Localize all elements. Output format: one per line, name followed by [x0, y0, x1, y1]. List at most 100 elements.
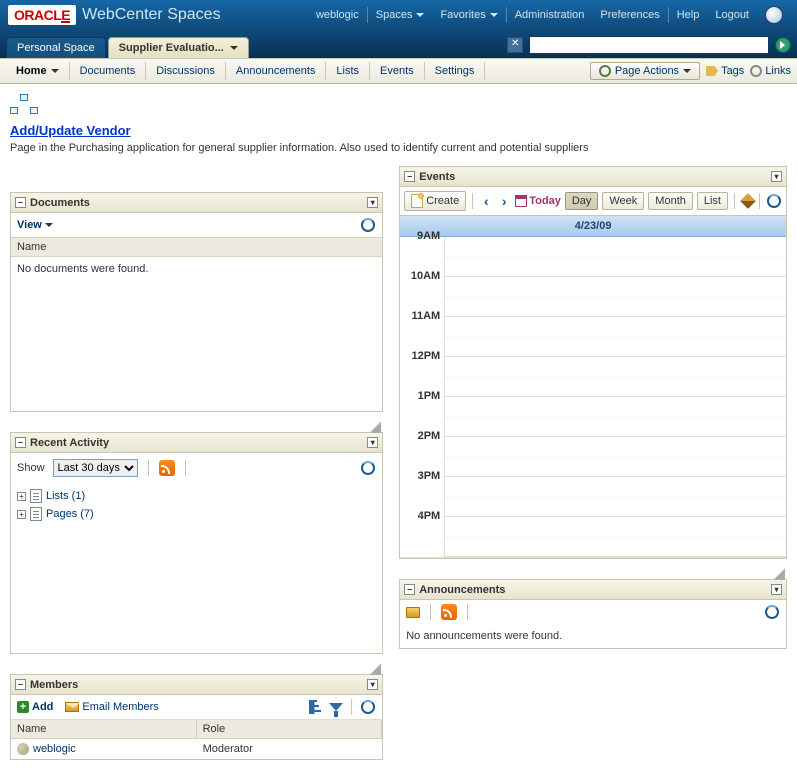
separator [472, 193, 473, 209]
tab-personal-space[interactable]: Personal Space [6, 37, 106, 58]
view-day-button[interactable]: Day [565, 192, 599, 210]
expand-icon[interactable]: + [17, 492, 26, 501]
chevron-down-icon [416, 13, 424, 17]
panel-menu-icon[interactable]: ▾ [367, 679, 378, 690]
page-toolbar: Home Documents Discussions Announcements… [0, 58, 797, 84]
spaces-menu[interactable]: Spaces [368, 9, 433, 21]
chevron-down-icon [490, 13, 498, 17]
time-slot[interactable] [445, 317, 786, 357]
time-slot[interactable] [445, 357, 786, 397]
refresh-icon[interactable] [766, 193, 782, 209]
member-name: weblogic [33, 743, 76, 755]
time-slot[interactable] [445, 277, 786, 317]
next-arrow-icon[interactable]: › [497, 194, 511, 208]
tags-link[interactable]: Tags [706, 65, 744, 77]
links-link[interactable]: Links [750, 65, 791, 77]
activity-pages-node[interactable]: + Pages (7) [17, 505, 376, 523]
globe-icon[interactable] [765, 6, 783, 24]
panel-menu-icon[interactable]: ▾ [771, 171, 782, 182]
page-actions-menu[interactable]: Page Actions [590, 62, 700, 80]
separator [351, 699, 352, 715]
refresh-icon[interactable] [360, 460, 376, 476]
resize-grip[interactable]: ◢ [10, 422, 383, 432]
activity-lists-node[interactable]: + Lists (1) [17, 487, 376, 505]
time-slot[interactable] [445, 517, 786, 557]
favorites-menu[interactable]: Favorites [432, 9, 505, 21]
refresh-icon[interactable] [360, 217, 376, 233]
page-title-link[interactable]: Add/Update Vendor [10, 123, 131, 138]
user-label[interactable]: weblogic [308, 9, 367, 21]
collapse-icon[interactable]: – [15, 197, 26, 208]
panel-title: Recent Activity [30, 437, 109, 449]
time-slot[interactable] [445, 237, 786, 277]
panel-menu-icon[interactable]: ▾ [771, 584, 782, 595]
filter-icon[interactable] [329, 703, 343, 711]
hour-label: 9AM [417, 230, 440, 242]
expand-icon[interactable]: + [17, 510, 26, 519]
panel-menu-icon[interactable]: ▾ [367, 437, 378, 448]
time-slot[interactable] [445, 437, 786, 477]
nav-documents[interactable]: Documents [70, 62, 147, 80]
collapse-icon[interactable]: – [15, 437, 26, 448]
nav-events[interactable]: Events [370, 62, 425, 80]
activity-range-select[interactable]: Last 30 days [53, 459, 138, 477]
collapse-icon[interactable]: – [404, 171, 415, 182]
chevron-down-icon [683, 69, 691, 73]
view-list-button[interactable]: List [697, 192, 728, 210]
refresh-icon[interactable] [764, 604, 780, 620]
panel-menu-icon[interactable]: ▾ [367, 197, 378, 208]
panel-title: Events [419, 171, 455, 183]
hour-label: 4PM [418, 510, 441, 522]
collapse-icon[interactable]: – [15, 679, 26, 690]
announcements-panel: – Announcements ▾ No announcements were … [399, 579, 787, 649]
nav-lists[interactable]: Lists [326, 62, 370, 80]
separator [734, 193, 735, 209]
panel-title: Documents [30, 197, 90, 209]
search-input[interactable] [529, 36, 769, 54]
sort-icon[interactable] [309, 700, 323, 714]
nav-home[interactable]: Home [6, 62, 70, 80]
calendar-day-grid: 9AM 10AM 11AM 12PM 1PM 2PM 3PM 4PM [400, 237, 786, 558]
search-go-button[interactable] [775, 37, 791, 53]
view-menu[interactable]: View [17, 219, 53, 231]
resize-grip[interactable]: ◢ [10, 664, 383, 674]
time-slot[interactable] [445, 477, 786, 517]
create-event-button[interactable]: Create [404, 191, 466, 211]
logout-link[interactable]: Logout [707, 9, 757, 21]
member-row[interactable]: weblogic Moderator [11, 739, 382, 759]
nav-announcements[interactable]: Announcements [226, 62, 327, 80]
refresh-icon[interactable] [360, 699, 376, 715]
column-header-name: Name [11, 720, 197, 738]
rss-icon[interactable] [159, 460, 175, 476]
members-column-headers: Name Role [11, 720, 382, 739]
nav-discussions[interactable]: Discussions [146, 62, 226, 80]
view-week-button[interactable]: Week [602, 192, 644, 210]
nav-settings[interactable]: Settings [425, 62, 486, 80]
panel-title: Announcements [419, 584, 505, 596]
close-icon[interactable] [507, 37, 523, 53]
recent-activity-panel: – Recent Activity ▾ Show Last 30 days [10, 432, 383, 654]
time-slot[interactable] [445, 397, 786, 437]
email-members-button[interactable]: Email Members [65, 701, 158, 713]
separator [430, 604, 431, 620]
folder-icon[interactable] [406, 607, 420, 618]
page-content: Add/Update Vendor Page in the Purchasing… [0, 84, 797, 780]
calendar-date: 4/23/09 [400, 216, 786, 237]
pencil-icon[interactable] [740, 193, 756, 209]
help-link[interactable]: Help [669, 9, 708, 21]
view-month-button[interactable]: Month [648, 192, 693, 210]
tab-supplier-evaluation[interactable]: Supplier Evaluatio... [108, 37, 249, 58]
rss-icon[interactable] [441, 604, 457, 620]
hour-label: 12PM [411, 350, 440, 362]
admin-link[interactable]: Administration [507, 9, 593, 21]
member-role: Moderator [197, 739, 383, 759]
prev-arrow-icon[interactable]: ‹ [479, 194, 493, 208]
resize-grip[interactable]: ◢ [399, 569, 787, 579]
link-icon [750, 65, 762, 77]
collapse-icon[interactable]: – [404, 584, 415, 595]
today-button[interactable]: Today [515, 195, 561, 207]
add-member-button[interactable]: +Add [17, 701, 53, 713]
members-panel: – Members ▾ +Add Email Members [10, 674, 383, 760]
separator [467, 604, 468, 620]
prefs-link[interactable]: Preferences [592, 9, 667, 21]
